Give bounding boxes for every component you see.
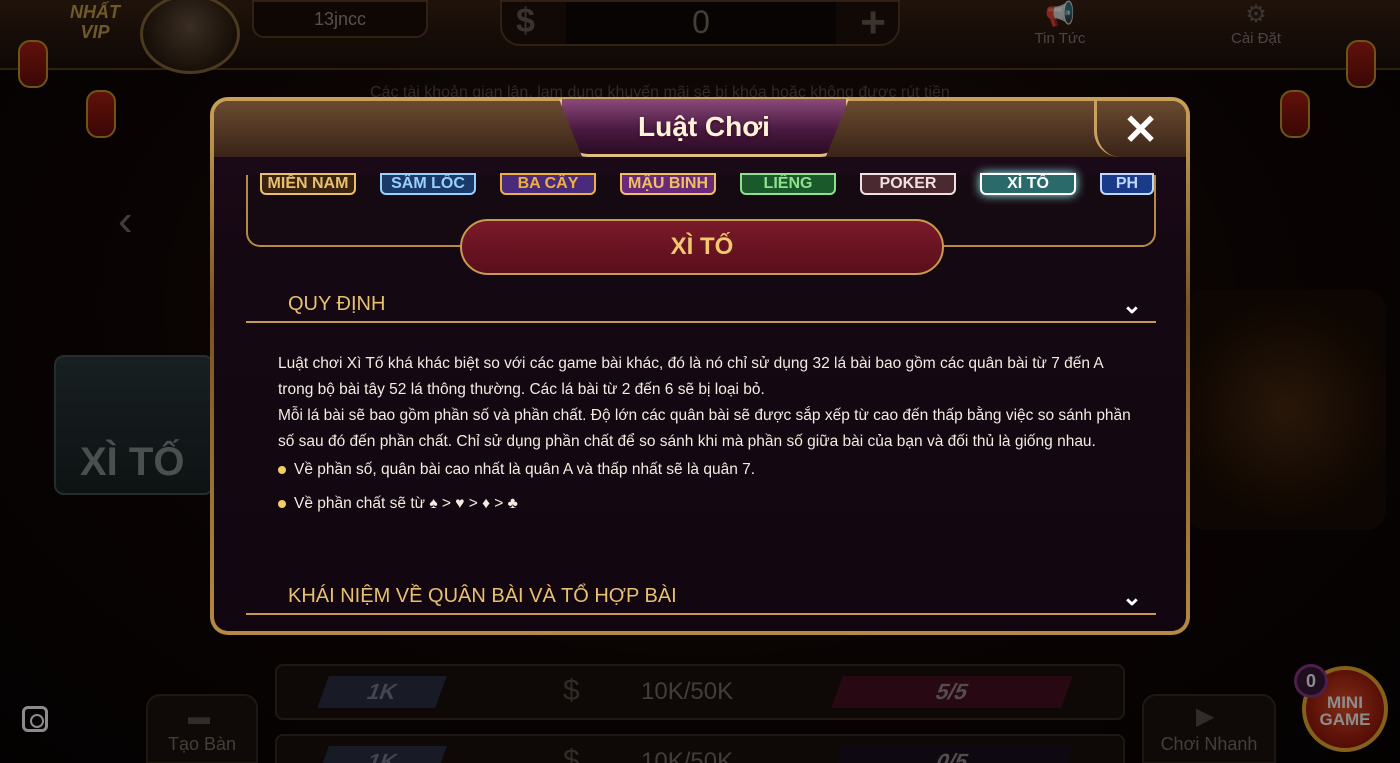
section-quy-dinh[interactable]: QUY ĐỊNH ⌄	[246, 283, 1156, 323]
rules-text: Luật chơi Xì Tố khá khác biệt so với các…	[278, 351, 1138, 517]
tab-poker[interactable]: POKER	[860, 173, 956, 195]
rules-modal-body: Luật Chơi ✕ MIỀN NAM SÂM LỐC BA CÂY MẬU …	[214, 99, 1186, 631]
modal-title: Luật Chơi	[638, 111, 770, 142]
section-khai-niem[interactable]: KHÁI NIỆM VỀ QUÂN BÀI VÀ TỔ HỢP BÀI ⌄	[246, 575, 1156, 615]
section-title: QUY ĐỊNH	[288, 293, 386, 315]
tab-phom[interactable]: PH	[1100, 173, 1154, 195]
tab-xi-to[interactable]: XÌ TỐ	[980, 173, 1076, 195]
close-button[interactable]: ✕	[1094, 101, 1186, 157]
section-title: KHÁI NIỆM VỀ QUÂN BÀI VÀ TỔ HỢP BÀI	[288, 585, 677, 607]
chevron-down-icon: ⌄	[1121, 292, 1142, 319]
close-icon: ✕	[1123, 106, 1159, 153]
chevron-down-icon: ⌄	[1121, 584, 1142, 611]
bullet-text: Về phần chất sẽ từ ♠ > ♥ > ♦ > ♣	[294, 495, 518, 512]
bullet-icon	[278, 500, 286, 508]
bullet-icon	[278, 466, 286, 474]
tab-ba-cay[interactable]: BA CÂY	[500, 173, 596, 195]
bullet-text: Về phần số, quân bài cao nhất là quân A …	[294, 461, 756, 478]
list-item: Về phần số, quân bài cao nhất là quân A …	[278, 457, 1138, 483]
tab-tien-len-mien-nam[interactable]: MIỀN NAM	[260, 173, 356, 195]
rules-paragraph: Mỗi lá bài sẽ bao gồm phần số và phần ch…	[278, 407, 1131, 450]
tab-lieng[interactable]: LIÊNG	[740, 173, 836, 195]
rules-paragraph: Luật chơi Xì Tố khá khác biệt so với các…	[278, 355, 1103, 398]
tab-sam-loc[interactable]: SÂM LỐC	[380, 173, 476, 195]
rules-modal: Luật Chơi ✕ MIỀN NAM SÂM LỐC BA CÂY MẬU …	[210, 97, 1190, 635]
list-item: Về phần chất sẽ từ ♠ > ♥ > ♦ > ♣	[278, 491, 1138, 517]
tab-mau-binh[interactable]: MẬU BINH	[620, 173, 716, 195]
selected-game-title: XÌ TỐ	[460, 219, 944, 275]
